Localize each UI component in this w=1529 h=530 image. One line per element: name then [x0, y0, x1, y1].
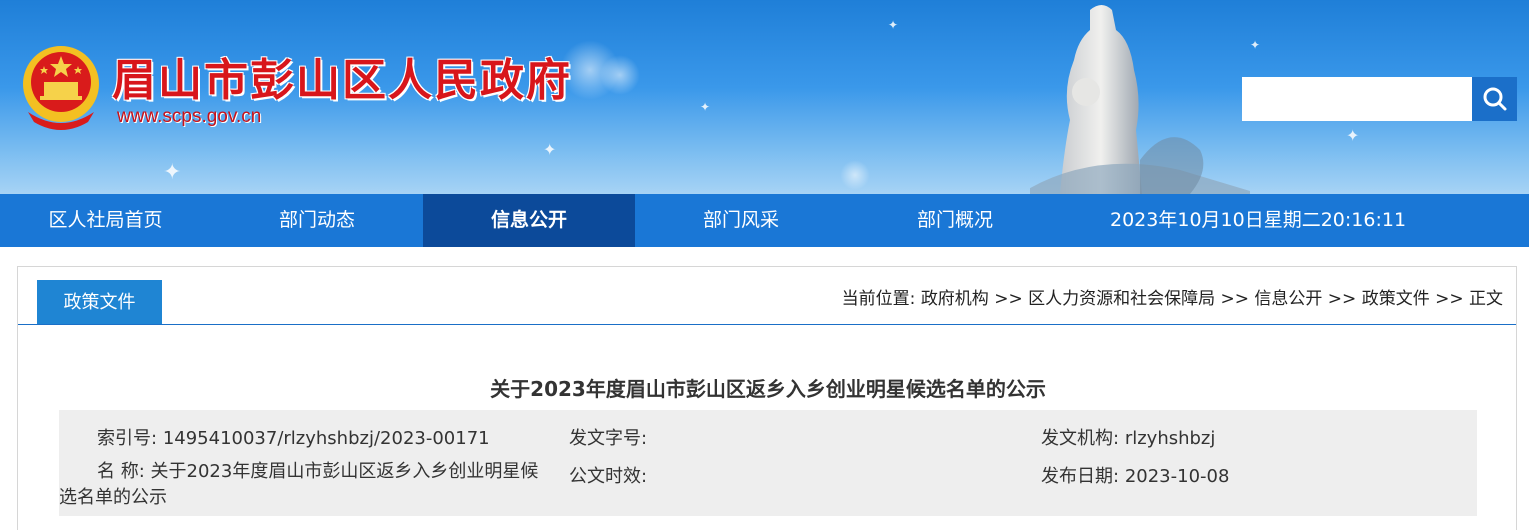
article-title: 关于2023年度眉山市彭山区返乡入乡创业明星候选名单的公示 [490, 377, 1046, 401]
decor-glow [600, 55, 640, 95]
statue-image [1030, 5, 1250, 194]
meta-validity-label: 公文时效: [569, 466, 648, 487]
sparkle-icon: ✦ [1250, 38, 1261, 52]
meta-name-label: 名 称: [97, 461, 145, 482]
search-button[interactable] [1472, 77, 1517, 121]
breadcrumb-separator: >> [1429, 289, 1469, 309]
nav-item-style[interactable]: 部门风采 [635, 194, 847, 247]
nav-item-home[interactable]: 区人社局首页 [0, 194, 211, 247]
meta-doc-number-label: 发文字号: [569, 428, 648, 449]
tab-divider [18, 324, 1516, 325]
header-banner: ✦ ✦ ✦ ✦ ✦ ✦ 眉山市彭山区人民政府 www.scps.gov.cn [0, 0, 1529, 194]
sparkle-icon: ✦ [543, 140, 557, 159]
sparkle-icon: ✦ [1346, 126, 1360, 145]
nav-item-news[interactable]: 部门动态 [211, 194, 423, 247]
site-title: 眉山市彭山区人民政府 [112, 55, 572, 106]
search-input[interactable] [1242, 77, 1472, 121]
nav-item-info-disclosure[interactable]: 信息公开 [423, 194, 635, 247]
tab-policy-documents[interactable]: 政策文件 [37, 280, 162, 325]
meta-index-label: 索引号: [97, 428, 158, 449]
meta-publish-date-value: 2023-10-08 [1124, 466, 1230, 487]
site-url: www.scps.gov.cn [117, 106, 262, 127]
meta-validity: 公文时效: [569, 462, 647, 488]
main-nav: 区人社局首页 部门动态 信息公开 部门风采 部门概况 2023年10月10日星期… [0, 194, 1529, 247]
meta-publish-date-label: 发布日期: [1041, 466, 1120, 487]
meta-name: 名 称: 关于2023年度眉山市彭山区返乡入乡创业明星候选名单的公示 [59, 459, 539, 511]
meta-index: 索引号: 1495410037/rlzyhshbzj/2023-00171 [97, 424, 490, 450]
breadcrumb-current: 正文 [1469, 289, 1503, 309]
breadcrumb-separator: >> [1215, 289, 1255, 309]
current-datetime: 2023年10月10日星期二20:16:11 [1110, 209, 1407, 231]
meta-agency: 发文机构: rlzyhshbzj [1041, 424, 1215, 450]
breadcrumb-prefix: 当前位置: [841, 289, 921, 309]
sparkle-icon: ✦ [700, 100, 711, 114]
meta-agency-label: 发文机构: [1041, 428, 1120, 449]
sparkle-icon: ✦ [888, 18, 899, 32]
meta-publish-date: 发布日期: 2023-10-08 [1041, 462, 1229, 488]
breadcrumb: 当前位置: 政府机构 >> 区人力资源和社会保障局 >> 信息公开 >> 政策文… [842, 284, 1503, 309]
meta-doc-number: 发文字号: [569, 424, 647, 450]
sparkle-icon: ✦ [163, 160, 182, 185]
decor-glow [840, 160, 870, 190]
breadcrumb-separator: >> [988, 289, 1029, 309]
breadcrumb-link[interactable]: 信息公开 [1254, 289, 1322, 309]
nav-item-overview[interactable]: 部门概况 [847, 194, 1063, 247]
breadcrumb-link[interactable]: 区人力资源和社会保障局 [1028, 289, 1215, 309]
breadcrumb-separator: >> [1322, 289, 1362, 309]
breadcrumb-link[interactable]: 政策文件 [1362, 289, 1430, 309]
meta-index-value: 1495410037/rlzyhshbzj/2023-00171 [162, 428, 490, 449]
national-emblem-icon [23, 46, 99, 130]
search-icon [1483, 87, 1506, 111]
breadcrumb-link[interactable]: 政府机构 [921, 289, 989, 309]
meta-agency-value: rlzyhshbzj [1124, 428, 1216, 449]
document-meta: 索引号: 1495410037/rlzyhshbzj/2023-00171 发文… [59, 410, 1477, 516]
content-panel: 政策文件 当前位置: 政府机构 >> 区人力资源和社会保障局 >> 信息公开 >… [17, 266, 1517, 530]
